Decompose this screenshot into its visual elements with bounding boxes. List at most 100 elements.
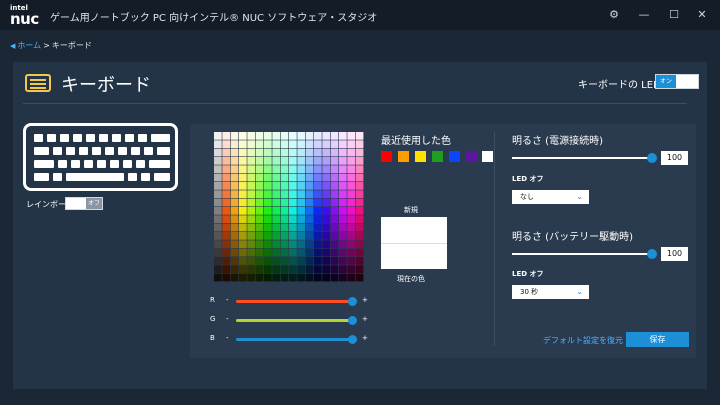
palette-cell[interactable]	[280, 215, 289, 224]
palette-cell[interactable]	[264, 273, 272, 282]
palette-cell[interactable]	[255, 182, 264, 190]
palette-cell[interactable]	[339, 273, 347, 282]
rainbow-toggle[interactable]: オフ	[65, 197, 103, 210]
palette-cell[interactable]	[214, 257, 222, 265]
palette-cell[interactable]	[264, 215, 272, 224]
palette-cell[interactable]	[247, 173, 256, 182]
palette-cell[interactable]	[339, 190, 347, 199]
palette-cell[interactable]	[339, 182, 347, 190]
palette-cell[interactable]	[314, 248, 322, 257]
palette-cell[interactable]	[330, 248, 339, 257]
palette-cell[interactable]	[230, 265, 239, 274]
slider-g[interactable]: G - +	[210, 315, 370, 325]
palette-cell[interactable]	[230, 257, 239, 265]
palette-cell[interactable]	[272, 207, 281, 215]
palette-cell[interactable]	[214, 190, 222, 199]
palette-cell[interactable]	[305, 215, 314, 224]
palette-cell[interactable]	[247, 132, 256, 140]
palette-cell[interactable]	[347, 165, 356, 174]
palette-cell[interactable]	[222, 190, 231, 199]
palette-cell[interactable]	[264, 198, 272, 207]
palette-cell[interactable]	[230, 132, 239, 140]
palette-cell[interactable]	[305, 173, 314, 182]
palette-cell[interactable]	[289, 157, 297, 165]
palette-cell[interactable]	[280, 173, 289, 182]
palette-cell[interactable]	[297, 157, 306, 165]
palette-cell[interactable]	[322, 248, 331, 257]
palette-cell[interactable]	[347, 207, 356, 215]
palette-cell[interactable]	[339, 215, 347, 224]
palette-cell[interactable]	[280, 257, 289, 265]
palette-cell[interactable]	[297, 140, 306, 149]
recent-color-swatch[interactable]	[415, 151, 426, 162]
palette-cell[interactable]	[230, 223, 239, 232]
palette-cell[interactable]	[347, 198, 356, 207]
palette-cell[interactable]	[355, 273, 364, 282]
palette-cell[interactable]	[339, 165, 347, 174]
palette-cell[interactable]	[322, 190, 331, 199]
palette-cell[interactable]	[264, 148, 272, 157]
palette-cell[interactable]	[230, 207, 239, 215]
palette-cell[interactable]	[239, 265, 247, 274]
palette-cell[interactable]	[230, 182, 239, 190]
palette-cell[interactable]	[255, 273, 264, 282]
palette-cell[interactable]	[314, 273, 322, 282]
palette-cell[interactable]	[322, 165, 331, 174]
palette-cell[interactable]	[239, 165, 247, 174]
palette-cell[interactable]	[355, 190, 364, 199]
palette-cell[interactable]	[330, 232, 339, 240]
palette-cell[interactable]	[230, 248, 239, 257]
slider-r-minus[interactable]: -	[226, 296, 229, 304]
palette-cell[interactable]	[280, 140, 289, 149]
palette-cell[interactable]	[355, 132, 364, 140]
palette-cell[interactable]	[305, 207, 314, 215]
palette-cell[interactable]	[264, 182, 272, 190]
palette-cell[interactable]	[230, 240, 239, 249]
palette-cell[interactable]	[272, 257, 281, 265]
palette-cell[interactable]	[339, 132, 347, 140]
palette-cell[interactable]	[230, 198, 239, 207]
palette-cell[interactable]	[330, 257, 339, 265]
palette-cell[interactable]	[222, 148, 231, 157]
palette-cell[interactable]	[272, 273, 281, 282]
palette-cell[interactable]	[280, 240, 289, 249]
palette-cell[interactable]	[314, 132, 322, 140]
palette-cell[interactable]	[297, 165, 306, 174]
palette-cell[interactable]	[330, 148, 339, 157]
palette-cell[interactable]	[339, 265, 347, 274]
palette-cell[interactable]	[247, 140, 256, 149]
palette-cell[interactable]	[322, 257, 331, 265]
palette-cell[interactable]	[255, 257, 264, 265]
palette-cell[interactable]	[297, 257, 306, 265]
palette-cell[interactable]	[339, 140, 347, 149]
palette-cell[interactable]	[272, 240, 281, 249]
palette-cell[interactable]	[247, 257, 256, 265]
palette-cell[interactable]	[255, 232, 264, 240]
palette-cell[interactable]	[355, 140, 364, 149]
palette-cell[interactable]	[255, 248, 264, 257]
palette-cell[interactable]	[280, 132, 289, 140]
palette-cell[interactable]	[347, 157, 356, 165]
palette-cell[interactable]	[305, 257, 314, 265]
palette-cell[interactable]	[255, 173, 264, 182]
gear-icon[interactable]: ⚙	[606, 7, 622, 23]
palette-cell[interactable]	[330, 190, 339, 199]
palette-cell[interactable]	[330, 240, 339, 249]
palette-cell[interactable]	[322, 132, 331, 140]
palette-cell[interactable]	[347, 182, 356, 190]
palette-cell[interactable]	[255, 240, 264, 249]
palette-cell[interactable]	[330, 223, 339, 232]
palette-cell[interactable]	[322, 148, 331, 157]
palette-cell[interactable]	[280, 273, 289, 282]
palette-cell[interactable]	[214, 207, 222, 215]
palette-cell[interactable]	[214, 265, 222, 274]
palette-cell[interactable]	[305, 190, 314, 199]
palette-cell[interactable]	[314, 198, 322, 207]
palette-cell[interactable]	[289, 257, 297, 265]
palette-cell[interactable]	[214, 232, 222, 240]
keyboard-zone-card[interactable]	[23, 123, 178, 191]
palette-cell[interactable]	[214, 157, 222, 165]
palette-cell[interactable]	[305, 157, 314, 165]
palette-cell[interactable]	[255, 207, 264, 215]
recent-color-swatch[interactable]	[466, 151, 477, 162]
